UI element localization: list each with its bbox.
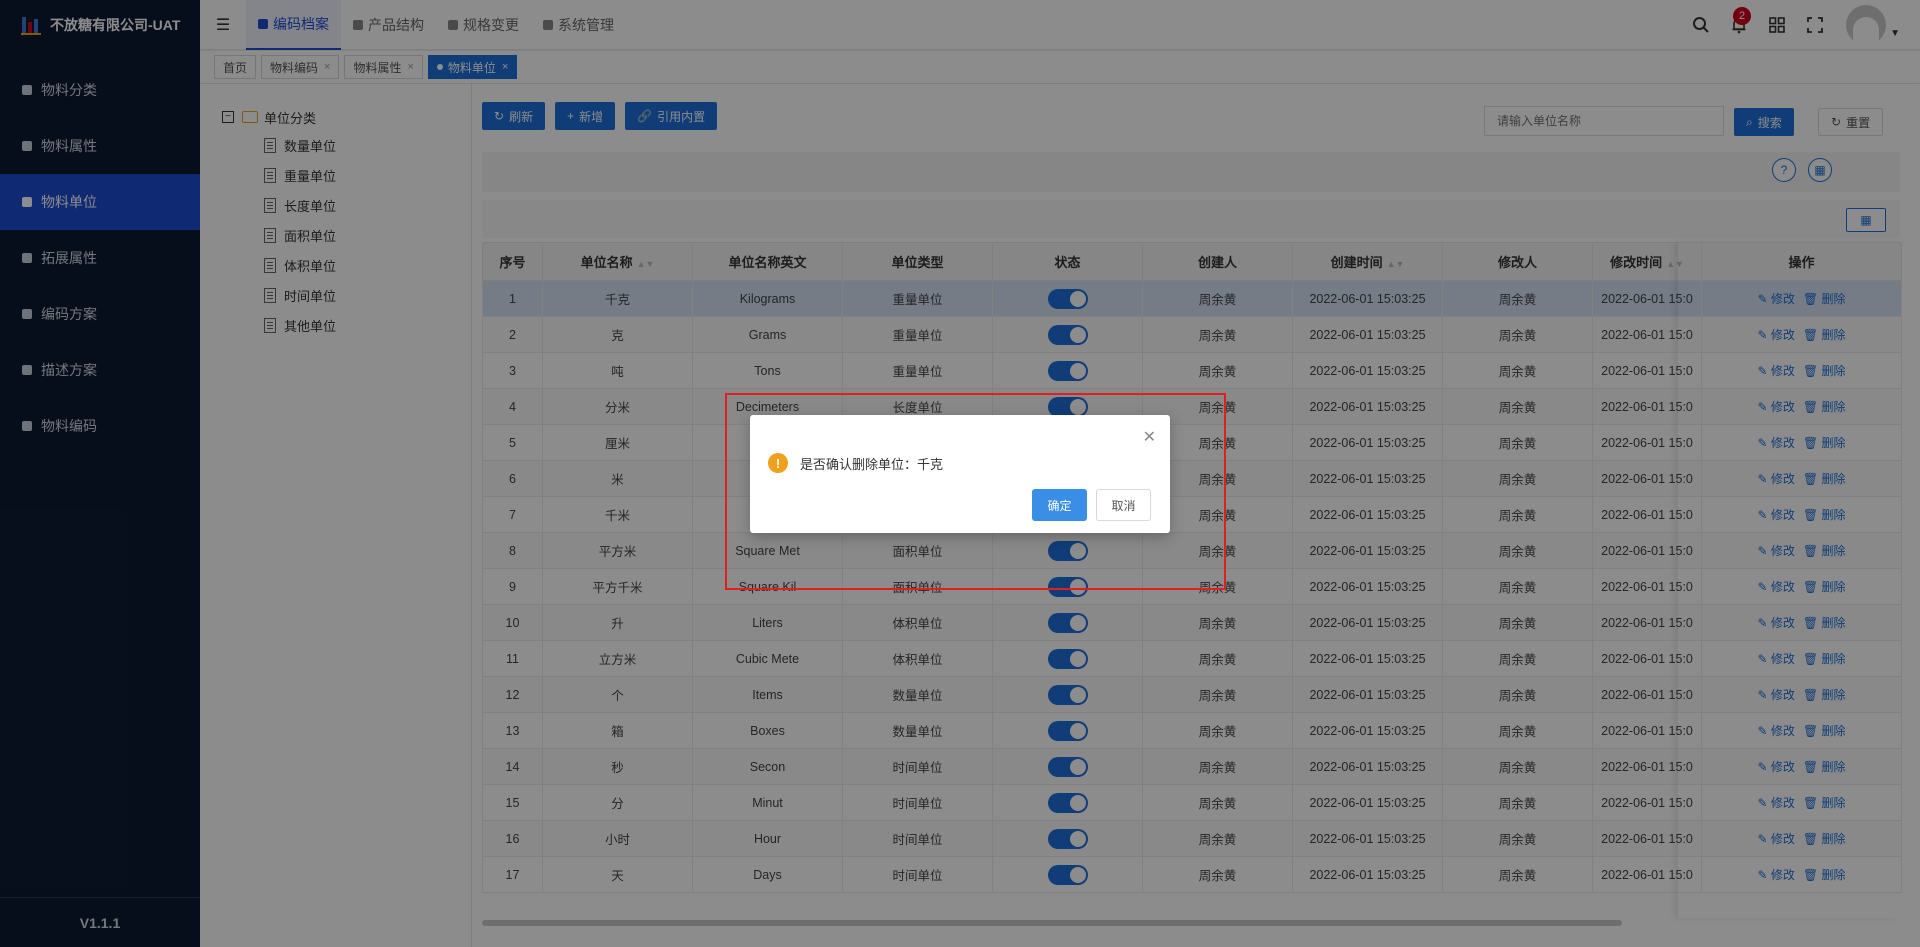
close-icon[interactable]: ✕ [1143, 427, 1156, 447]
warning-icon: ! [768, 453, 788, 473]
dialog-message: 是否确认删除单位：千克 [800, 456, 944, 472]
dialog-body: ! 是否确认删除单位：千克 [768, 453, 943, 473]
delete-confirm-dialog: ✕ ! 是否确认删除单位：千克 确定 取消 [750, 415, 1170, 533]
confirm-button[interactable]: 确定 [1032, 489, 1087, 521]
cancel-button[interactable]: 取消 [1096, 489, 1151, 521]
